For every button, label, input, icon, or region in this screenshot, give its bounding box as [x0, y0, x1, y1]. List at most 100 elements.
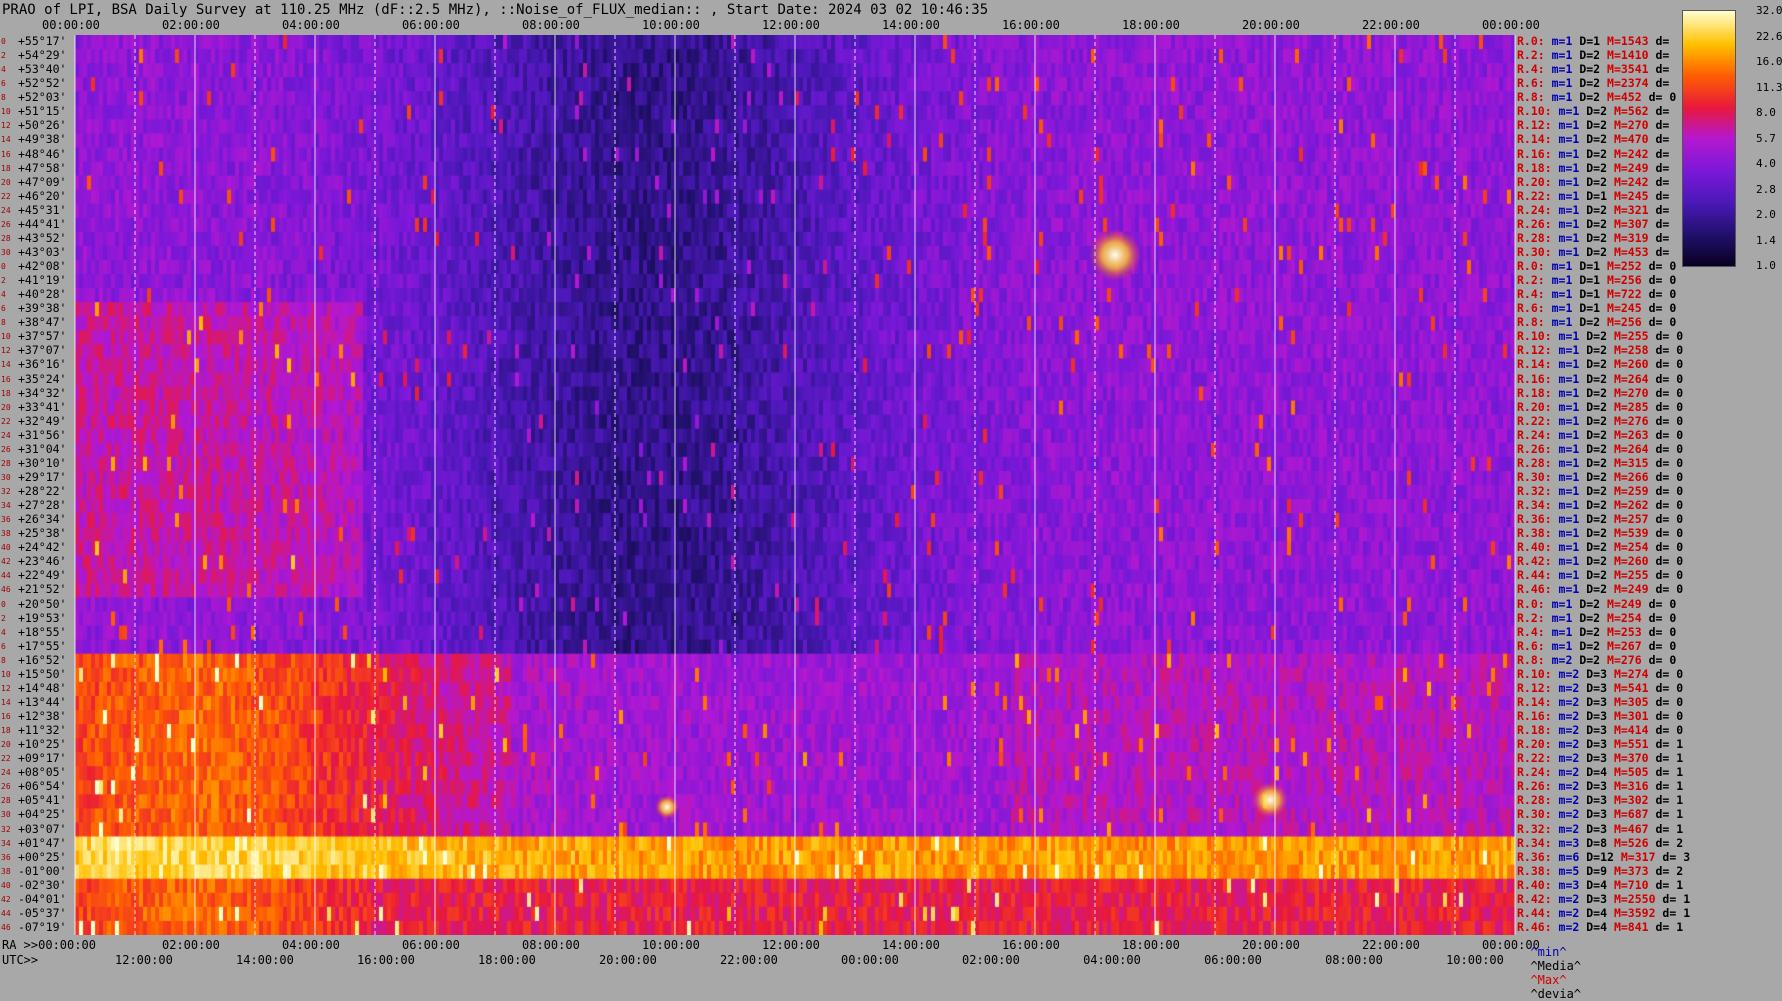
colorbar-tick: 16.0	[1756, 55, 1782, 68]
beam-field: M=267	[1600, 638, 1642, 653]
beam-field: R.22:	[1517, 751, 1552, 766]
dec-label: +52°03'	[18, 90, 67, 105]
beam-field: d=	[1648, 76, 1670, 91]
beam-field: M=260	[1607, 357, 1649, 372]
beam-field: D=2	[1579, 174, 1608, 189]
beam-field: m=1	[1544, 76, 1573, 91]
row-index: 34	[1, 838, 11, 848]
beam-field: D=4	[1579, 877, 1608, 892]
dec-label: +22°49'	[18, 568, 67, 583]
utc-axis-tick: 16:00:00	[357, 953, 415, 967]
beam-field: d= 0	[1641, 638, 1677, 653]
beam-row: R.14: m=1 D=2 M=470 d=	[1517, 134, 1669, 146]
beam-field: D=1	[1579, 188, 1608, 203]
beam-field: D=3	[1579, 891, 1608, 906]
beam-field: M=687	[1607, 807, 1649, 822]
beam-field: m=1	[1551, 540, 1580, 555]
beam-field: R.2:	[1517, 48, 1545, 63]
beam-row: R.26: m=1 D=2 M=307 d=	[1517, 218, 1669, 230]
beam-row: R.40: m=1 D=2 M=254 d= 0	[1517, 540, 1683, 555]
top-axis-tick: 04:00:00	[282, 18, 340, 32]
row-index: 24	[1, 205, 11, 215]
beam-field: D=2	[1579, 329, 1608, 344]
beam-field: M=263	[1607, 427, 1649, 442]
beam-field: R.44:	[1517, 568, 1552, 583]
beam-field: R.16:	[1517, 371, 1552, 386]
dec-label: +24°42'	[18, 540, 67, 555]
beam-field: R.18:	[1517, 160, 1552, 175]
dec-label: +44°41'	[18, 216, 67, 231]
row-index: 20	[1, 402, 11, 412]
beam-field: m=1	[1551, 554, 1580, 569]
beam-row: R.44: m=1 D=2 M=255 d= 0	[1517, 568, 1683, 583]
beam-field: M=453	[1607, 244, 1649, 259]
top-axis-tick: 06:00:00	[402, 18, 460, 32]
beam-field: m=1	[1544, 315, 1573, 330]
beam-field: M=249	[1607, 582, 1649, 597]
beam-field: R.40:	[1517, 540, 1552, 555]
beam-field: R.24:	[1517, 202, 1552, 217]
beam-field: M=256	[1600, 315, 1642, 330]
row-index: 40	[1, 543, 11, 553]
legend-max: ^Max^	[1530, 973, 1567, 987]
dec-label: +53°40'	[18, 62, 67, 77]
dec-label: -01°00'	[18, 863, 67, 878]
beam-field: D=3	[1579, 821, 1608, 836]
beam-field: m=1	[1551, 329, 1580, 344]
row-index: 26	[1, 444, 11, 454]
dec-label: +29°17'	[18, 469, 67, 484]
dec-label: +42°08'	[18, 259, 67, 273]
beam-field: D=2	[1579, 455, 1608, 470]
beam-row: R.42: m=2 D=3 M=2550 d= 1	[1517, 891, 1690, 906]
beam-row: R.30: m=1 D=2 M=453 d=	[1517, 244, 1670, 259]
beam-field: R.28:	[1517, 793, 1552, 808]
beam-field: D=2	[1579, 568, 1608, 583]
beam-field: M=321	[1607, 202, 1649, 217]
beam-field: d= 0	[1641, 90, 1677, 105]
beam-field: m=6	[1551, 849, 1580, 864]
beam-row: R.22: m=1 D=2 M=276 d= 0	[1517, 413, 1683, 428]
beam-field: M=255	[1607, 329, 1649, 344]
beam-field: m=1	[1551, 413, 1580, 428]
beam-field: D=2	[1572, 76, 1601, 91]
beam-row: R.38: m=5 D=9 M=373 d= 2	[1517, 865, 1683, 877]
beam-field: d= 0	[1648, 526, 1684, 541]
beam-row: R.12: m=2 D=3 M=541 d= 0	[1517, 682, 1683, 694]
beam-field: M=270	[1607, 385, 1649, 400]
row-index: 0	[1, 262, 6, 271]
beam-field: R.12:	[1517, 343, 1552, 358]
beam-field: R.6:	[1517, 301, 1545, 316]
beam-field: R.24:	[1517, 427, 1552, 442]
beam-row: R.32: m=2 D=3 M=467 d= 1	[1517, 821, 1683, 836]
beam-field: D=2	[1579, 582, 1608, 597]
beam-row: R.8: m=1 D=2 M=452 d= 0	[1517, 90, 1677, 105]
beam-field: R.6:	[1517, 638, 1545, 653]
beam-field: D=12	[1579, 849, 1614, 864]
beam-field: m=1	[1551, 455, 1580, 470]
beam-field: m=1	[1551, 202, 1580, 217]
beam-field: D=2	[1579, 343, 1608, 358]
beam-field: M=262	[1607, 498, 1649, 513]
row-index: 4	[1, 627, 6, 637]
beam-field: M=319	[1607, 230, 1649, 245]
beam-field: R.36:	[1517, 849, 1552, 864]
row-index: 16	[1, 374, 11, 384]
beam-field: d= 0	[1648, 554, 1684, 569]
beam-field: M=722	[1600, 287, 1642, 302]
beam-field: d= 0	[1648, 582, 1684, 597]
row-index: 30	[1, 247, 11, 257]
beam-field: d=	[1648, 244, 1670, 259]
dec-label: +48°46'	[18, 146, 67, 161]
beam-field: m=2	[1551, 709, 1580, 723]
beam-field: D=2	[1579, 118, 1608, 133]
row-index: 32	[1, 487, 11, 496]
beam-row: R.38: m=1 D=2 M=539 d= 0	[1517, 526, 1684, 541]
beam-field: d=	[1648, 104, 1670, 119]
beam-field: M=252	[1600, 259, 1642, 273]
beam-field: d= 2	[1648, 835, 1684, 850]
row-index: 24	[1, 768, 11, 778]
row-index: 42	[1, 557, 11, 567]
beam-row: R.6: m=1 D=2 M=2374 d=	[1517, 76, 1670, 91]
row-index: 30	[1, 810, 11, 820]
row-index: 38	[1, 529, 11, 539]
